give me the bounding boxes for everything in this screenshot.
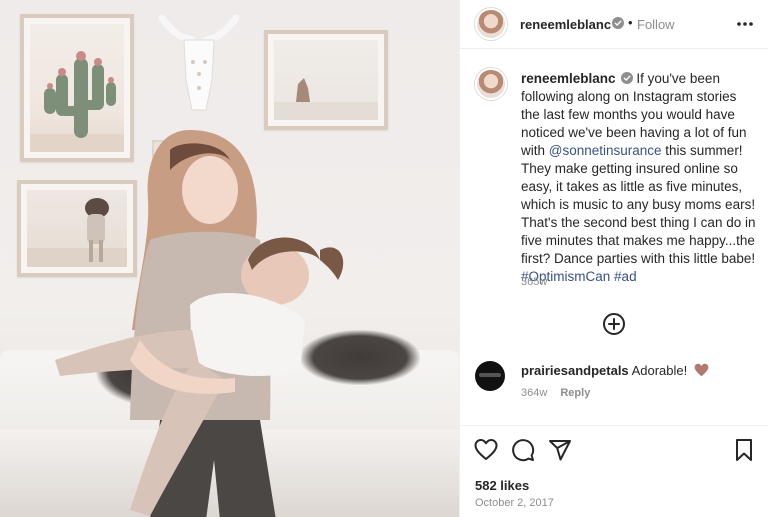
comment-body: Adorable! <box>631 363 688 378</box>
post-side-panel: reneemleblanc • Follow reneemleblanc If … <box>459 0 768 517</box>
post-photo[interactable] <box>0 0 459 517</box>
action-bar <box>460 425 768 475</box>
comment-icon[interactable] <box>511 438 535 462</box>
caption-timestamp[interactable]: 365w <box>521 276 547 288</box>
post-header: reneemleblanc • Follow <box>460 0 768 49</box>
mention-link[interactable]: @sonnetinsurance <box>549 143 662 158</box>
caption-avatar[interactable] <box>475 68 507 100</box>
heart-icon[interactable] <box>474 438 498 462</box>
follow-button[interactable]: Follow <box>637 17 675 32</box>
caption-text: reneemleblanc If you've been following a… <box>521 70 757 286</box>
bookmark-icon[interactable] <box>732 438 756 462</box>
comment-text: prairiesandpetals Adorable! <box>521 363 709 378</box>
verified-badge-icon <box>621 72 634 84</box>
rock-frame <box>264 30 388 130</box>
skull-decor <box>158 14 240 111</box>
commenter-avatar[interactable] <box>475 361 505 391</box>
paper-plane-icon[interactable] <box>548 438 572 462</box>
heart-emoji-icon <box>694 363 709 377</box>
caption-body-2: this summer! They make getting insured o… <box>521 143 756 266</box>
plus-circle-icon[interactable] <box>602 312 626 336</box>
verified-badge-icon <box>612 17 624 29</box>
comment-meta: 364w Reply <box>521 387 590 399</box>
post-date[interactable]: October 2, 2017 <box>475 497 554 509</box>
comment-timestamp[interactable]: 364w <box>521 387 547 399</box>
separator-dot: • <box>628 15 633 30</box>
author-username[interactable]: reneemleblanc <box>520 17 611 32</box>
caption-username[interactable]: reneemleblanc <box>521 71 616 86</box>
commenter-username[interactable]: prairiesandpetals <box>521 363 629 378</box>
author-avatar[interactable] <box>475 8 507 40</box>
hashtag-link[interactable]: #ad <box>614 269 637 284</box>
mother-and-child <box>55 130 344 517</box>
likes-count[interactable]: 582 likes <box>475 478 529 493</box>
reply-button[interactable]: Reply <box>560 387 590 399</box>
comment-item: prairiesandpetals Adorable! 364w Reply <box>460 356 768 416</box>
more-options-icon[interactable] <box>733 14 757 34</box>
